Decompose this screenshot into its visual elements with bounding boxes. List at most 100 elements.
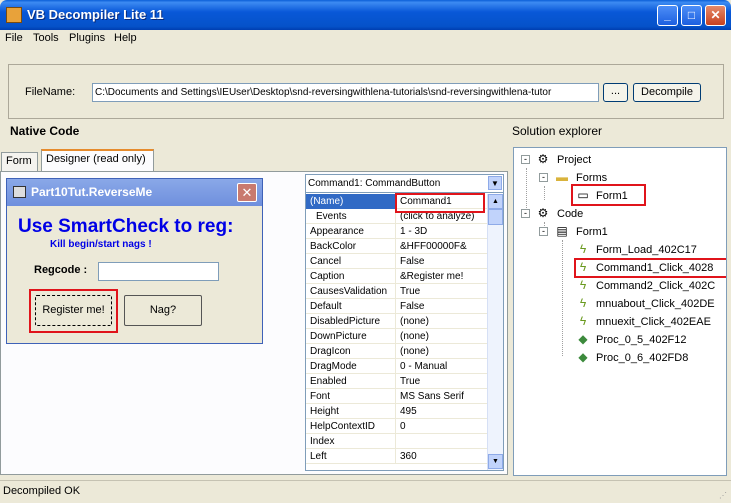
property-value[interactable]: 1 - 3D [397, 224, 487, 239]
property-name: DragIcon [306, 344, 396, 359]
scroll-up-icon[interactable]: ▲ [488, 194, 503, 209]
property-row[interactable]: Caption &Register me! [306, 269, 487, 284]
property-row[interactable]: Left 360 [306, 449, 487, 464]
tree-proc-label: mnuabout_Click_402DE [596, 298, 715, 310]
property-row[interactable]: Appearance 1 - 3D [306, 224, 487, 239]
property-name: Height [306, 404, 396, 419]
property-value[interactable]: &HFF00000F& [397, 239, 487, 254]
tree-form1-label: Form1 [596, 190, 628, 202]
property-row[interactable]: DownPicture (none) [306, 329, 487, 344]
tree-proc-label: mnuexit_Click_402EAE [596, 316, 711, 328]
property-value[interactable]: False [397, 254, 487, 269]
close-button[interactable]: ✕ [705, 5, 726, 26]
property-name: DownPicture [306, 329, 396, 344]
regcode-field[interactable] [98, 262, 219, 281]
form-title: Part10Tut.ReverseMe [31, 185, 153, 199]
property-row[interactable]: Cancel False [306, 254, 487, 269]
form-title-bar: Part10Tut.ReverseMe ✕ [7, 179, 262, 206]
maximize-button[interactable]: □ [681, 5, 702, 26]
resize-grip-icon[interactable]: ⋰ [719, 491, 729, 501]
form-close-icon: ✕ [237, 183, 257, 202]
property-name: Events [306, 209, 396, 224]
property-row[interactable]: DragMode 0 - Manual [306, 359, 487, 374]
property-value[interactable]: &Register me! [397, 269, 487, 284]
property-value[interactable]: True [397, 284, 487, 299]
collapse-icon[interactable]: - [521, 209, 530, 218]
property-value[interactable]: False [397, 299, 487, 314]
property-row[interactable]: DisabledPicture (none) [306, 314, 487, 329]
property-name: (Name) [306, 194, 396, 209]
menu-file[interactable]: File [5, 32, 23, 44]
property-value[interactable]: (none) [397, 314, 487, 329]
decompile-button[interactable]: Decompile [633, 83, 701, 102]
window-title: VB Decompiler Lite 11 [27, 7, 164, 22]
property-value[interactable]: True [397, 374, 487, 389]
nag-button[interactable]: Nag? [124, 295, 202, 326]
procedure-icon: ◆ [578, 350, 588, 364]
property-name: Default [306, 299, 396, 314]
lightning-icon: ϟ [579, 314, 587, 328]
filename-label: FileName: [25, 86, 76, 98]
menu-help[interactable]: Help [114, 32, 137, 44]
tree-code-form1-label: Form1 [576, 226, 608, 238]
file-group: FileName: C:\Documents and Settings\IEUs… [8, 64, 724, 119]
property-value[interactable]: 0 - Manual [397, 359, 487, 374]
property-value[interactable]: 0 [397, 419, 487, 434]
tree-proc-label: Command2_Click_402C [596, 280, 716, 292]
property-row[interactable]: CausesValidation True [306, 284, 487, 299]
tree-proc-label: Form_Load_402C17 [596, 244, 697, 256]
solution-tree: - ⚙ Project - ▬ Forms ▭ Form1 - ⚙ Code -… [513, 147, 727, 476]
tab-designer[interactable]: Designer (read only) [41, 149, 154, 172]
scroll-thumb[interactable] [488, 209, 503, 225]
vb-form-preview: Part10Tut.ReverseMe ✕ Use SmartCheck to … [6, 178, 263, 344]
chevron-down-icon[interactable]: ▼ [488, 176, 502, 190]
property-name: Left [306, 449, 396, 464]
property-row[interactable]: HelpContextID 0 [306, 419, 487, 434]
collapse-icon[interactable]: - [539, 173, 548, 182]
property-row[interactable]: BackColor &HFF00000F& [306, 239, 487, 254]
property-name: DragMode [306, 359, 396, 374]
browse-button[interactable]: ... [603, 83, 628, 102]
property-name: HelpContextID [306, 419, 396, 434]
property-value[interactable]: 495 [397, 404, 487, 419]
menu-bar: File Tools Plugins Help [0, 30, 731, 48]
property-name: BackColor [306, 239, 396, 254]
property-value[interactable]: (none) [397, 344, 487, 359]
property-name: Caption [306, 269, 396, 284]
lightning-icon: ϟ [579, 260, 587, 274]
lightning-icon: ϟ [579, 278, 587, 292]
collapse-icon[interactable]: - [521, 155, 530, 164]
property-name: Enabled [306, 374, 396, 389]
tree-code-label: Code [557, 208, 584, 220]
title-bar: VB Decompiler Lite 11 _ □ ✕ [0, 0, 731, 30]
nags-label: Kill begin/start nags ! [50, 239, 152, 250]
property-row[interactable]: Index [306, 434, 487, 449]
property-value[interactable]: MS Sans Serif [397, 389, 487, 404]
property-row[interactable]: Font MS Sans Serif [306, 389, 487, 404]
property-name: Index [306, 434, 396, 449]
minimize-button[interactable]: _ [657, 5, 678, 26]
property-row[interactable]: DragIcon (none) [306, 344, 487, 359]
object-selector[interactable]: Command1: CommandButton ▼ [306, 175, 503, 193]
property-value[interactable]: (none) [397, 329, 487, 344]
tab-form[interactable]: Form [1, 152, 38, 171]
status-bar: Decompiled OK ⋰ [0, 480, 731, 503]
folder-icon: ▬ [556, 170, 568, 184]
menu-tools[interactable]: Tools [33, 32, 59, 44]
properties-scrollbar[interactable]: ▲ ▼ [487, 194, 503, 470]
register-button[interactable]: Register me! [35, 295, 112, 326]
tree-project-label: Project [557, 154, 592, 166]
property-value[interactable] [397, 434, 487, 449]
property-row[interactable]: Enabled True [306, 374, 487, 389]
property-value[interactable]: 360 [397, 449, 487, 464]
scroll-down-icon[interactable]: ▼ [488, 454, 503, 469]
property-name: Cancel [306, 254, 396, 269]
tree-proc-label: Command1_Click_4028 [596, 262, 714, 274]
property-row[interactable]: Default False [306, 299, 487, 314]
property-row[interactable]: Height 495 [306, 404, 487, 419]
menu-plugins[interactable]: Plugins [69, 32, 105, 44]
filename-input[interactable]: C:\Documents and Settings\IEUser\Desktop… [92, 83, 599, 102]
tree-proc-label: Proc_0_5_402F12 [596, 334, 687, 346]
property-name: Appearance [306, 224, 396, 239]
collapse-icon[interactable]: - [539, 227, 548, 236]
